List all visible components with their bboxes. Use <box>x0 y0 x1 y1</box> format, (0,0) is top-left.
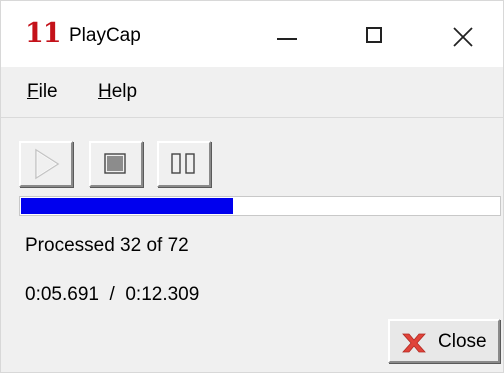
menu-file[interactable]: File <box>27 80 58 104</box>
stop-button[interactable] <box>89 141 143 187</box>
maximize-button[interactable] <box>332 1 424 67</box>
close-button-label: Close <box>438 331 487 352</box>
elapsed-time-text: 0:05.691 / 0:12.309 <box>25 284 200 305</box>
app-icon: 11 <box>25 18 62 49</box>
pause-icon <box>171 153 195 174</box>
title-bar[interactable]: 11 PlayCap <box>1 1 503 67</box>
window-title: PlayCap <box>69 25 141 46</box>
red-x-icon <box>402 333 426 353</box>
stop-icon <box>104 153 126 174</box>
play-icon <box>35 148 60 180</box>
menu-file-rest: ile <box>38 81 58 102</box>
playcap-window: 11 PlayCap File Help Processed 32 of 72 … <box>0 0 504 373</box>
minimize-button[interactable] <box>241 1 333 67</box>
menu-file-accel: F <box>27 81 39 102</box>
processed-count-text: Processed 32 of 72 <box>25 235 189 256</box>
minimize-icon <box>277 38 297 40</box>
maximize-icon <box>366 27 382 43</box>
close-window-button[interactable] <box>413 1 504 67</box>
close-icon <box>453 27 473 47</box>
menu-bar: File Help <box>1 67 503 118</box>
menu-help-accel: H <box>98 81 112 102</box>
progress-fill <box>21 198 233 214</box>
progress-bar <box>19 196 501 216</box>
menu-help-rest: elp <box>111 81 138 102</box>
play-button[interactable] <box>19 141 73 187</box>
menu-help[interactable]: Help <box>98 80 137 104</box>
pause-button[interactable] <box>157 141 211 187</box>
close-button[interactable]: Close <box>388 319 500 363</box>
